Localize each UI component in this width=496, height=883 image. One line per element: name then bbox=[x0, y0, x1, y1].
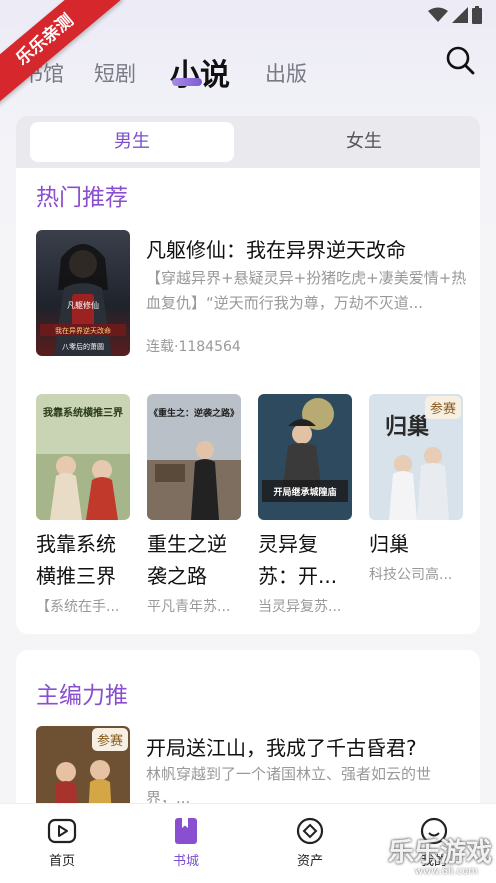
contest-badge: 参赛 bbox=[424, 396, 461, 419]
bottom-tab-label: 书城 bbox=[172, 854, 199, 869]
book-title: 重生之逆袭之路 bbox=[147, 532, 227, 588]
cover-title: 归巢 bbox=[385, 414, 429, 440]
tab-short-drama[interactable]: 短剧 bbox=[94, 58, 136, 88]
featured-cover-author: 八零后的萧圆 bbox=[62, 342, 104, 351]
featured-cover-title: 凡躯修仙 bbox=[67, 300, 99, 310]
contest-badge: 参赛 bbox=[91, 728, 128, 751]
book-title: 归巢 bbox=[369, 532, 409, 556]
book-desc: 【系统在手... bbox=[36, 599, 120, 615]
book-desc: 科技公司高... bbox=[369, 567, 453, 583]
watermark-logo: 乐乐游戏 bbox=[387, 838, 492, 868]
bottom-tab-bookstore[interactable]: 书城 bbox=[156, 816, 216, 869]
diamond-icon bbox=[296, 817, 324, 845]
search-icon[interactable] bbox=[444, 44, 476, 76]
grid-book-1[interactable]: 我靠系统横推三界 我靠系统横推三界 【系统在手... bbox=[36, 394, 132, 616]
bottom-tab-label: 首页 bbox=[48, 854, 75, 869]
grid-book-4[interactable]: 归巢 参赛 归巢 科技公司高... bbox=[369, 394, 465, 584]
active-tab-indicator bbox=[172, 78, 202, 86]
book-title: 灵异复苏：开... bbox=[258, 532, 338, 588]
grid-book-2[interactable]: 《重生之：逆袭之路》 重生之逆袭之路 平凡青年苏... bbox=[147, 394, 243, 616]
bottom-tab-home[interactable]: 首页 bbox=[32, 816, 92, 869]
bottom-tab-label: 资产 bbox=[296, 854, 323, 869]
tab-publish[interactable]: 出版 bbox=[265, 58, 307, 88]
battery-icon bbox=[472, 6, 482, 24]
book-title: 我靠系统横推三界 bbox=[36, 532, 116, 588]
section-title-editor: 主编力推 bbox=[36, 683, 128, 709]
editor-book-title[interactable]: 开局送江山，我成了千古昏君? bbox=[146, 732, 417, 761]
grid-book-3[interactable]: 开局继承城隍庙 灵异复苏：开... 当灵异复苏... bbox=[258, 394, 354, 616]
watermark-url: www.6ll.com bbox=[414, 866, 478, 877]
gender-switch: 男生 女生 bbox=[16, 116, 480, 168]
section-title-hot: 热门推荐 bbox=[36, 185, 128, 211]
cover-title: 《重生之：逆袭之路》 bbox=[149, 407, 239, 419]
gender-female-tab[interactable]: 女生 bbox=[262, 122, 466, 162]
gender-male-tab[interactable]: 男生 bbox=[30, 122, 234, 162]
cover-title: 我靠系统横推三界 bbox=[43, 406, 123, 419]
top-nav: 书馆 短剧 小说 出版 bbox=[0, 46, 496, 106]
book-cover: 开局继承城隍庙 bbox=[258, 394, 352, 520]
wifi-icon bbox=[428, 7, 448, 22]
book-desc: 当灵异复苏... bbox=[258, 599, 342, 615]
play-icon bbox=[47, 818, 77, 844]
featured-book-cover[interactable]: 凡躯修仙 我在异界逆天改命 八零后的萧圆 bbox=[36, 230, 130, 356]
bottom-tab-assets[interactable]: 资产 bbox=[280, 816, 340, 869]
book-cover: 《重生之：逆袭之路》 bbox=[147, 394, 241, 520]
featured-cover-subtitle: 我在异界逆天改命 bbox=[55, 326, 111, 335]
featured-book-title[interactable]: 凡躯修仙：我在异界逆天改命 bbox=[146, 234, 406, 263]
featured-book-desc: 【穿越异界+悬疑灵异+扮猪吃虎+凄美爱情+热血复仇】“逆天而行我为尊，万劫不灭道… bbox=[146, 269, 467, 312]
book-cover: 我靠系统横推三界 bbox=[36, 394, 130, 520]
book-cover: 归巢 参赛 bbox=[369, 394, 463, 520]
cover-title: 开局继承城隍庙 bbox=[273, 486, 336, 498]
book-desc: 平凡青年苏... bbox=[147, 599, 231, 615]
signal-icon bbox=[452, 7, 468, 23]
tab-novel[interactable]: 小说 bbox=[170, 50, 230, 94]
book-icon bbox=[175, 818, 197, 844]
recommend-card: 男生 女生 热门推荐 凡躯修仙 我在异界逆天改命 八零后的萧圆 凡躯修仙：我在异… bbox=[16, 116, 480, 634]
featured-book-meta: 连载·1184564 bbox=[146, 339, 241, 355]
